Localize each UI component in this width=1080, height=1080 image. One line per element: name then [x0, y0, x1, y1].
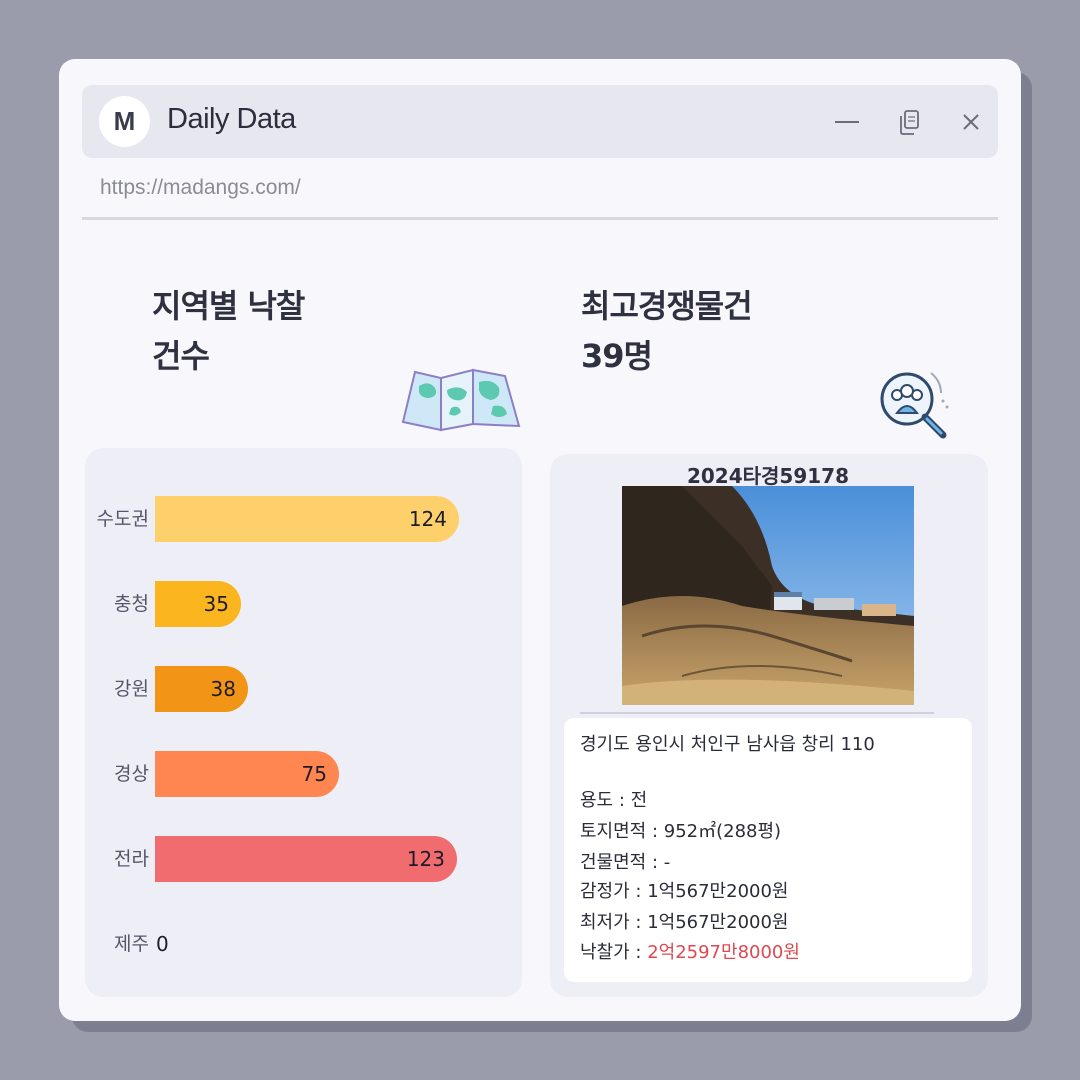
divider [82, 217, 998, 220]
competition-title-line2: 39명 [581, 337, 653, 375]
close-icon [963, 114, 979, 130]
info-label: 감정가 : [580, 881, 648, 902]
copy-icon [900, 110, 919, 135]
info-row-appraisal: 감정가 : 1억567만2000원 [580, 877, 788, 903]
bar-category-label: 제주 [114, 933, 149, 955]
photo-divider [580, 712, 934, 714]
info-row-building-area: 건물면적 : - [580, 848, 670, 874]
region-title-line2: 건수 [152, 337, 210, 375]
property-panel: 2024타경59178 경기도 용인시 처인구 남사읍 창리 110 용도: … [550, 454, 988, 997]
info-label: 용도 : [580, 790, 631, 811]
url-text[interactable]: https://madangs.com/ [100, 176, 301, 200]
region-title: 지역별 낙찰 건수 [152, 281, 305, 381]
info-value: - [663, 852, 671, 873]
info-row-minimum-price: 최저가 : 1억567만2000원 [580, 908, 788, 934]
bar-row: 경상 75 [85, 751, 521, 797]
info-value: 1억567만2000원 [647, 881, 789, 902]
info-value: 1억567만2000원 [647, 912, 789, 933]
close-button[interactable] [954, 105, 988, 139]
info-label: 건물면적 : [580, 852, 664, 873]
info-row-land-area: 토지면적 : 952㎡(288평) [580, 817, 781, 843]
minimize-button[interactable] [830, 105, 864, 139]
bar-value-label: 124 [408, 507, 447, 531]
people-search-icon [880, 372, 949, 439]
bar-value-label: 75 [301, 762, 327, 786]
bar-value-label: 35 [203, 592, 229, 616]
bar-category-label: 전라 [114, 848, 149, 870]
map-icon [401, 368, 521, 432]
region-title-line1: 지역별 낙찰 [152, 287, 305, 325]
property-info-card: 경기도 용인시 처인구 남사읍 창리 110 용도 : 전 토지면적 : 952… [564, 718, 972, 982]
competition-title-line1: 최고경쟁물건 [581, 287, 753, 325]
minimize-icon [835, 121, 859, 123]
bar-row: 충청 35 [85, 581, 521, 627]
bar-category-label: 충청 [114, 593, 149, 615]
winning-bid-value: 2억2597만8000원 [647, 942, 800, 963]
bar-category-label: 수도권 [96, 508, 149, 530]
bar-category-label: 강원 [114, 678, 149, 700]
region-chart-panel: 수도권 124 충청 35 강원 38 경상 75 전라 123 제주 0 [85, 448, 522, 997]
info-row-winning-bid: 낙찰가 : 2억2597만8000원 [580, 938, 800, 964]
competition-title: 최고경쟁물건 39명 [581, 281, 753, 381]
bar-row: 강원 38 [85, 666, 521, 712]
app-title: Daily Data [167, 103, 296, 135]
app-window: M Daily Data https://madangs.com/ 지역별 낙찰 [59, 59, 1021, 1021]
bar-row: 제주 0 [85, 921, 521, 967]
property-address: 경기도 용인시 처인구 남사읍 창리 110 [580, 734, 875, 755]
info-value: 952㎡(288평) [663, 821, 782, 842]
bar-value-label: 0 [156, 932, 169, 956]
bar-value-label: 123 [406, 847, 445, 871]
bar-row: 전라 123 [85, 836, 521, 882]
copy-button[interactable] [893, 105, 927, 139]
title-bar: M Daily Data [82, 85, 998, 158]
bar-category-label: 경상 [114, 763, 149, 785]
info-label: 토지면적 : [580, 821, 664, 842]
info-value: 전 [630, 790, 648, 811]
property-photo [622, 486, 914, 705]
case-number: 2024타경59178 [686, 464, 850, 488]
property-photo-image [622, 486, 914, 705]
bar-row: 수도권 124 [85, 496, 521, 542]
bar-value-label: 38 [210, 677, 236, 701]
app-logo: M [99, 96, 150, 147]
info-label: 최저가 : [580, 912, 648, 933]
info-row-usage: 용도 : 전 [580, 786, 647, 812]
info-label: 낙찰가 : [580, 942, 648, 963]
